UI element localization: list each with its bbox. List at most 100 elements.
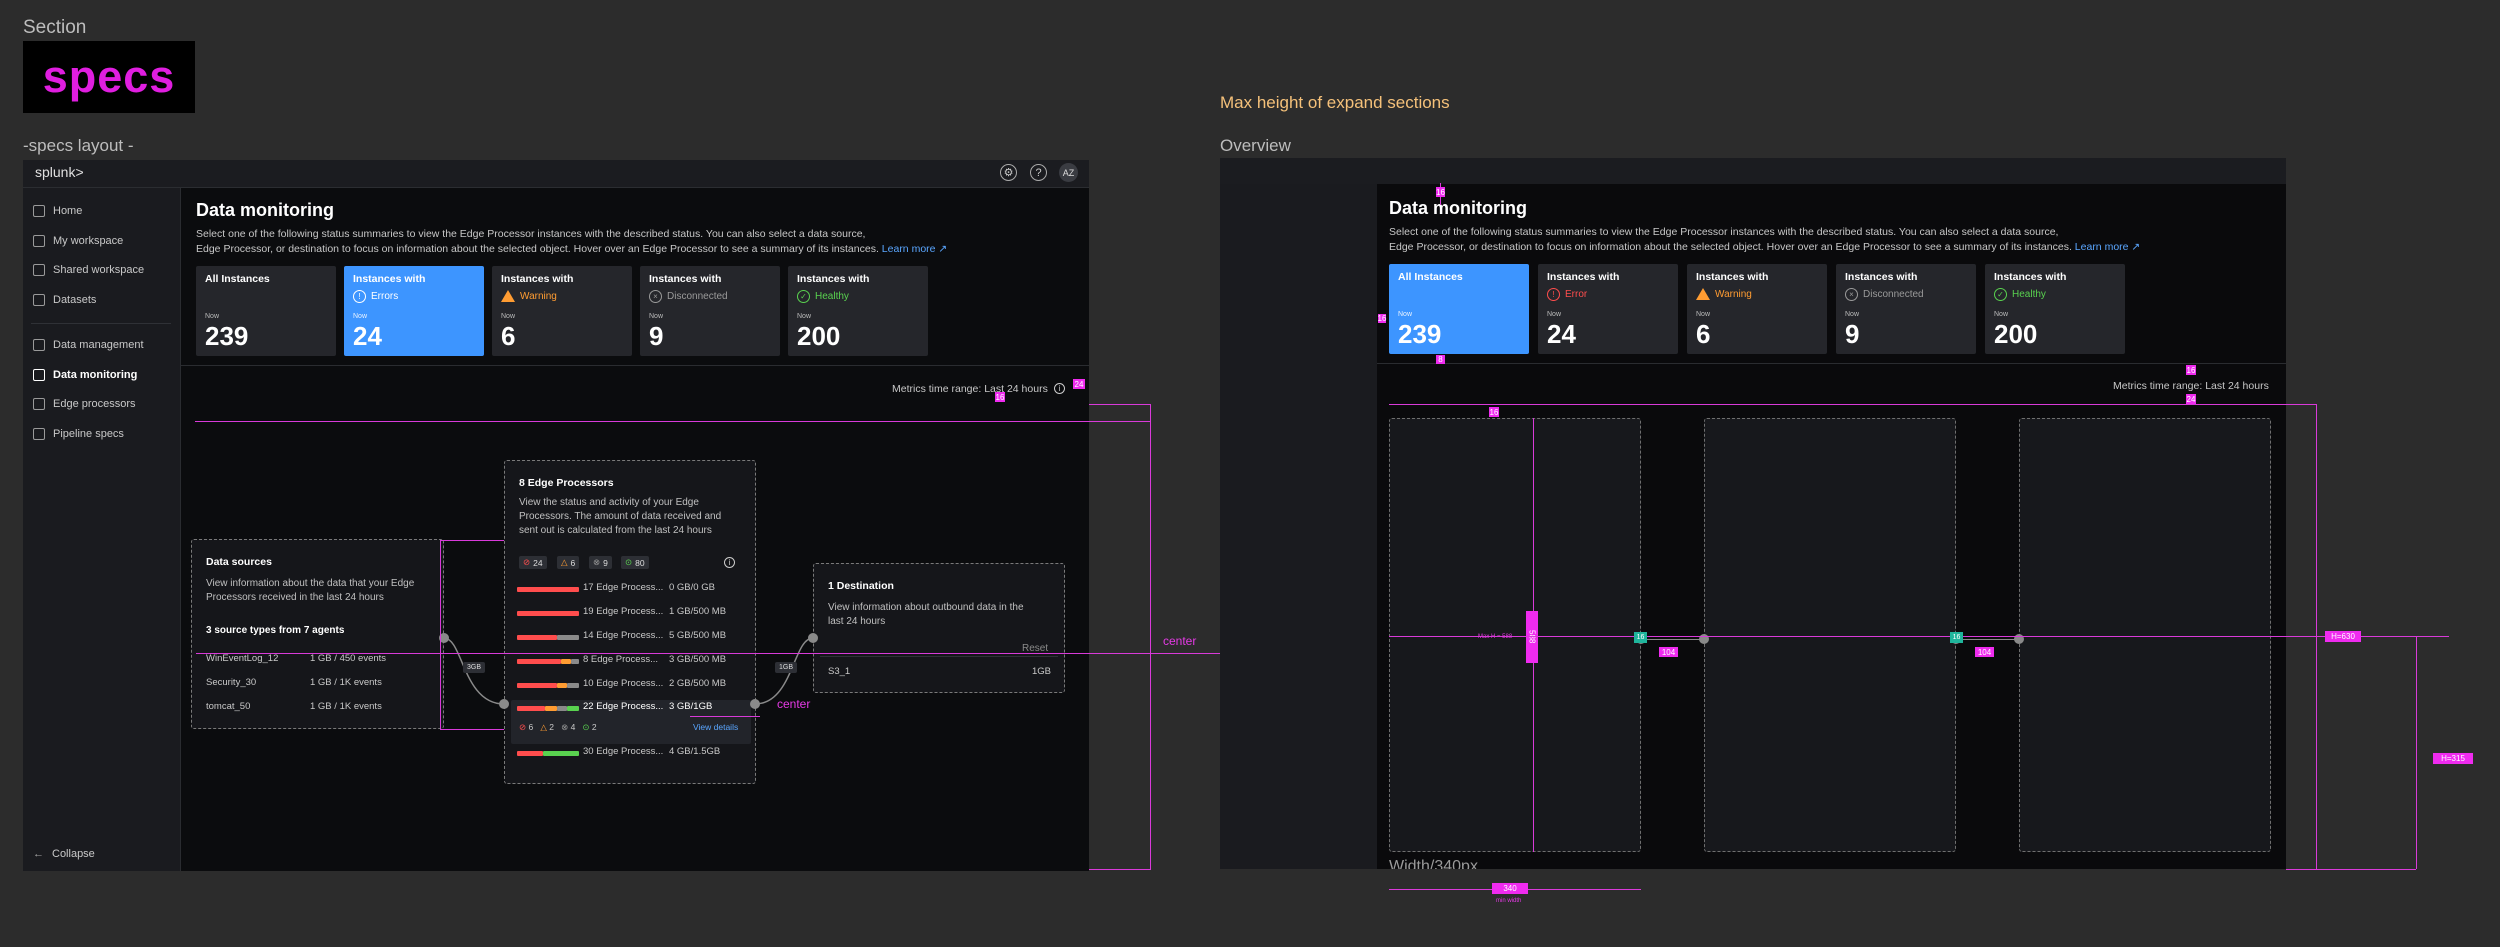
- status-bar: [557, 683, 567, 688]
- error-count-badge: ⊘ 24: [519, 556, 547, 569]
- card-status: Disconnected: [1863, 289, 1924, 300]
- status-bar: [567, 706, 579, 711]
- spacing-guide: [1089, 404, 1151, 405]
- status-bar: [517, 659, 561, 664]
- spacing-tag: 16: [2186, 365, 2196, 375]
- processor-value: 2 GB/500 MB: [669, 678, 727, 689]
- processor-name[interactable]: 22 Edge Process...: [583, 701, 663, 712]
- card-now: Now: [1994, 311, 2009, 318]
- processor-name[interactable]: 30 Edge Process...: [583, 746, 663, 757]
- card-title: Instances with: [1696, 271, 1769, 283]
- destination-panel[interactable]: [2019, 418, 2271, 852]
- status-card-all[interactable]: All Instances Now 239: [1389, 264, 1529, 354]
- width-tag: 340: [1492, 883, 1528, 894]
- spacing-tag: 16: [995, 392, 1005, 402]
- badge-count: 9: [603, 557, 608, 568]
- error-icon: ⊘: [523, 557, 531, 567]
- status-bar: [561, 659, 571, 664]
- max-height-heading: Max height of expand sections: [1220, 93, 1450, 112]
- badge-count: 2: [549, 722, 554, 732]
- data-sources-panel[interactable]: [1389, 418, 1641, 852]
- spacing-tag: 24: [1073, 379, 1085, 389]
- processor-name[interactable]: 8 Edge Process...: [583, 654, 658, 665]
- processor-value: 4 GB/1.5GB: [669, 746, 721, 757]
- spacing-guide: [1089, 869, 1151, 870]
- external-link-icon: ↗: [2131, 241, 2141, 253]
- specs-logo-text: specs: [42, 51, 176, 102]
- status-bar: [543, 751, 579, 756]
- center-guide: [690, 716, 760, 717]
- edge-label: 3GB: [463, 662, 486, 673]
- data-sources-text-1: View information about the data that you…: [206, 578, 415, 589]
- connector-node: [750, 699, 760, 709]
- right-frame-label: Overview: [1220, 136, 1291, 155]
- metrics-time-range: Metrics time range: Last 24 hours: [2113, 380, 2269, 392]
- card-title: Instances with: [1845, 271, 1918, 283]
- height-tag: H=630: [2325, 631, 2361, 642]
- disconnected-icon: ×: [1845, 288, 1858, 301]
- page-title: Data monitoring: [1389, 198, 1527, 218]
- destination-name[interactable]: S3_1: [828, 666, 850, 677]
- error-icon: !: [1547, 288, 1560, 301]
- info-icon[interactable]: i: [724, 557, 735, 568]
- processor-name[interactable]: 17 Edge Process...: [583, 582, 663, 593]
- processor-name[interactable]: 10 Edge Process...: [583, 678, 663, 689]
- status-card-healthy[interactable]: Instances with ✓ Healthy Now 200: [1985, 264, 2125, 354]
- card-status: Error: [1565, 289, 1588, 300]
- center-label: center: [1163, 634, 1197, 648]
- spacing-tag: 24: [2186, 394, 2196, 404]
- processor-value: 3 GB/500 MB: [669, 654, 727, 665]
- height-tag: H=315: [2433, 753, 2473, 764]
- learn-more-link[interactable]: Learn more: [2075, 241, 2129, 253]
- status-card-disconnected[interactable]: Instances with × Disconnected Now 9: [1836, 264, 1976, 354]
- badge-count: 2: [591, 722, 597, 732]
- healthy-count-badge: ⊙ 80: [621, 556, 649, 569]
- card-value: 6: [1696, 319, 1711, 349]
- processor-name[interactable]: 14 Edge Process...: [583, 630, 663, 641]
- max-height-tag: 588: [1526, 611, 1538, 663]
- sidebar: [1220, 184, 1377, 869]
- connector-line: [1956, 639, 2019, 640]
- processor-name[interactable]: 19 Edge Process...: [583, 606, 663, 617]
- status-card-errors[interactable]: Instances with ! Error Now 24: [1538, 264, 1678, 354]
- source-name[interactable]: Security_30: [206, 677, 256, 688]
- processor-value: 5 GB/500 MB: [669, 630, 727, 641]
- hover-badges: ⊘ 6 △ 2 ⊗ 4 ⊙ 2: [519, 722, 597, 733]
- check-icon: ✓: [1994, 288, 2007, 301]
- section-label: Section: [23, 17, 87, 38]
- data-sources-panel[interactable]: Data sources View information about the …: [191, 539, 444, 729]
- center-label: center: [777, 697, 811, 711]
- card-title: Instances with: [1994, 271, 2067, 283]
- max-height-label: Max H = 588: [1478, 634, 1513, 640]
- divider: [820, 656, 1058, 657]
- view-details-link[interactable]: View details: [693, 722, 738, 732]
- left-frame-label: -specs layout -: [23, 136, 134, 155]
- destination-panel[interactable]: 1 Destination View information about out…: [813, 563, 1065, 693]
- divider: [1377, 363, 2286, 364]
- right-frame: Data monitoring Select one of the follow…: [1220, 158, 2286, 869]
- edge-processors-text-2: Processors. The amount of data received …: [519, 511, 722, 522]
- edge-processors-panel[interactable]: 8 Edge Processors View the status and ac…: [504, 460, 756, 784]
- page-description-line-2: Edge Processor, or destination to focus …: [1389, 241, 2072, 253]
- source-name[interactable]: tomcat_50: [206, 701, 250, 712]
- processor-value: 3 GB/1GB: [669, 701, 713, 712]
- edge-processors-title: 8 Edge Processors: [519, 477, 614, 489]
- gap-tag: 16: [1634, 632, 1647, 643]
- height-guide: [2416, 636, 2417, 869]
- status-bar: [517, 611, 579, 616]
- card-now: Now: [1398, 311, 1413, 318]
- source-value: 1 GB / 1K events: [310, 701, 382, 712]
- connector-line: [1641, 639, 1704, 640]
- status-bar: [567, 683, 579, 688]
- status-bar: [571, 659, 579, 664]
- card-title: Instances with: [1547, 271, 1620, 283]
- left-frame: splunk> ⚙ ? AZ Home My workspace Shared …: [23, 160, 1089, 871]
- status-card-warning[interactable]: Instances with Warning Now 6: [1687, 264, 1827, 354]
- status-bar: [517, 587, 579, 592]
- edge-processors-text-3: sent out is calculated from the last 24 …: [519, 525, 712, 536]
- spacing-guide: [440, 540, 441, 730]
- edge-processors-panel[interactable]: [1704, 418, 1956, 852]
- source-name[interactable]: WinEventLog_12: [206, 653, 278, 664]
- spacing-guide: [1389, 404, 2316, 405]
- disconnected-icon: ⊗: [593, 557, 601, 567]
